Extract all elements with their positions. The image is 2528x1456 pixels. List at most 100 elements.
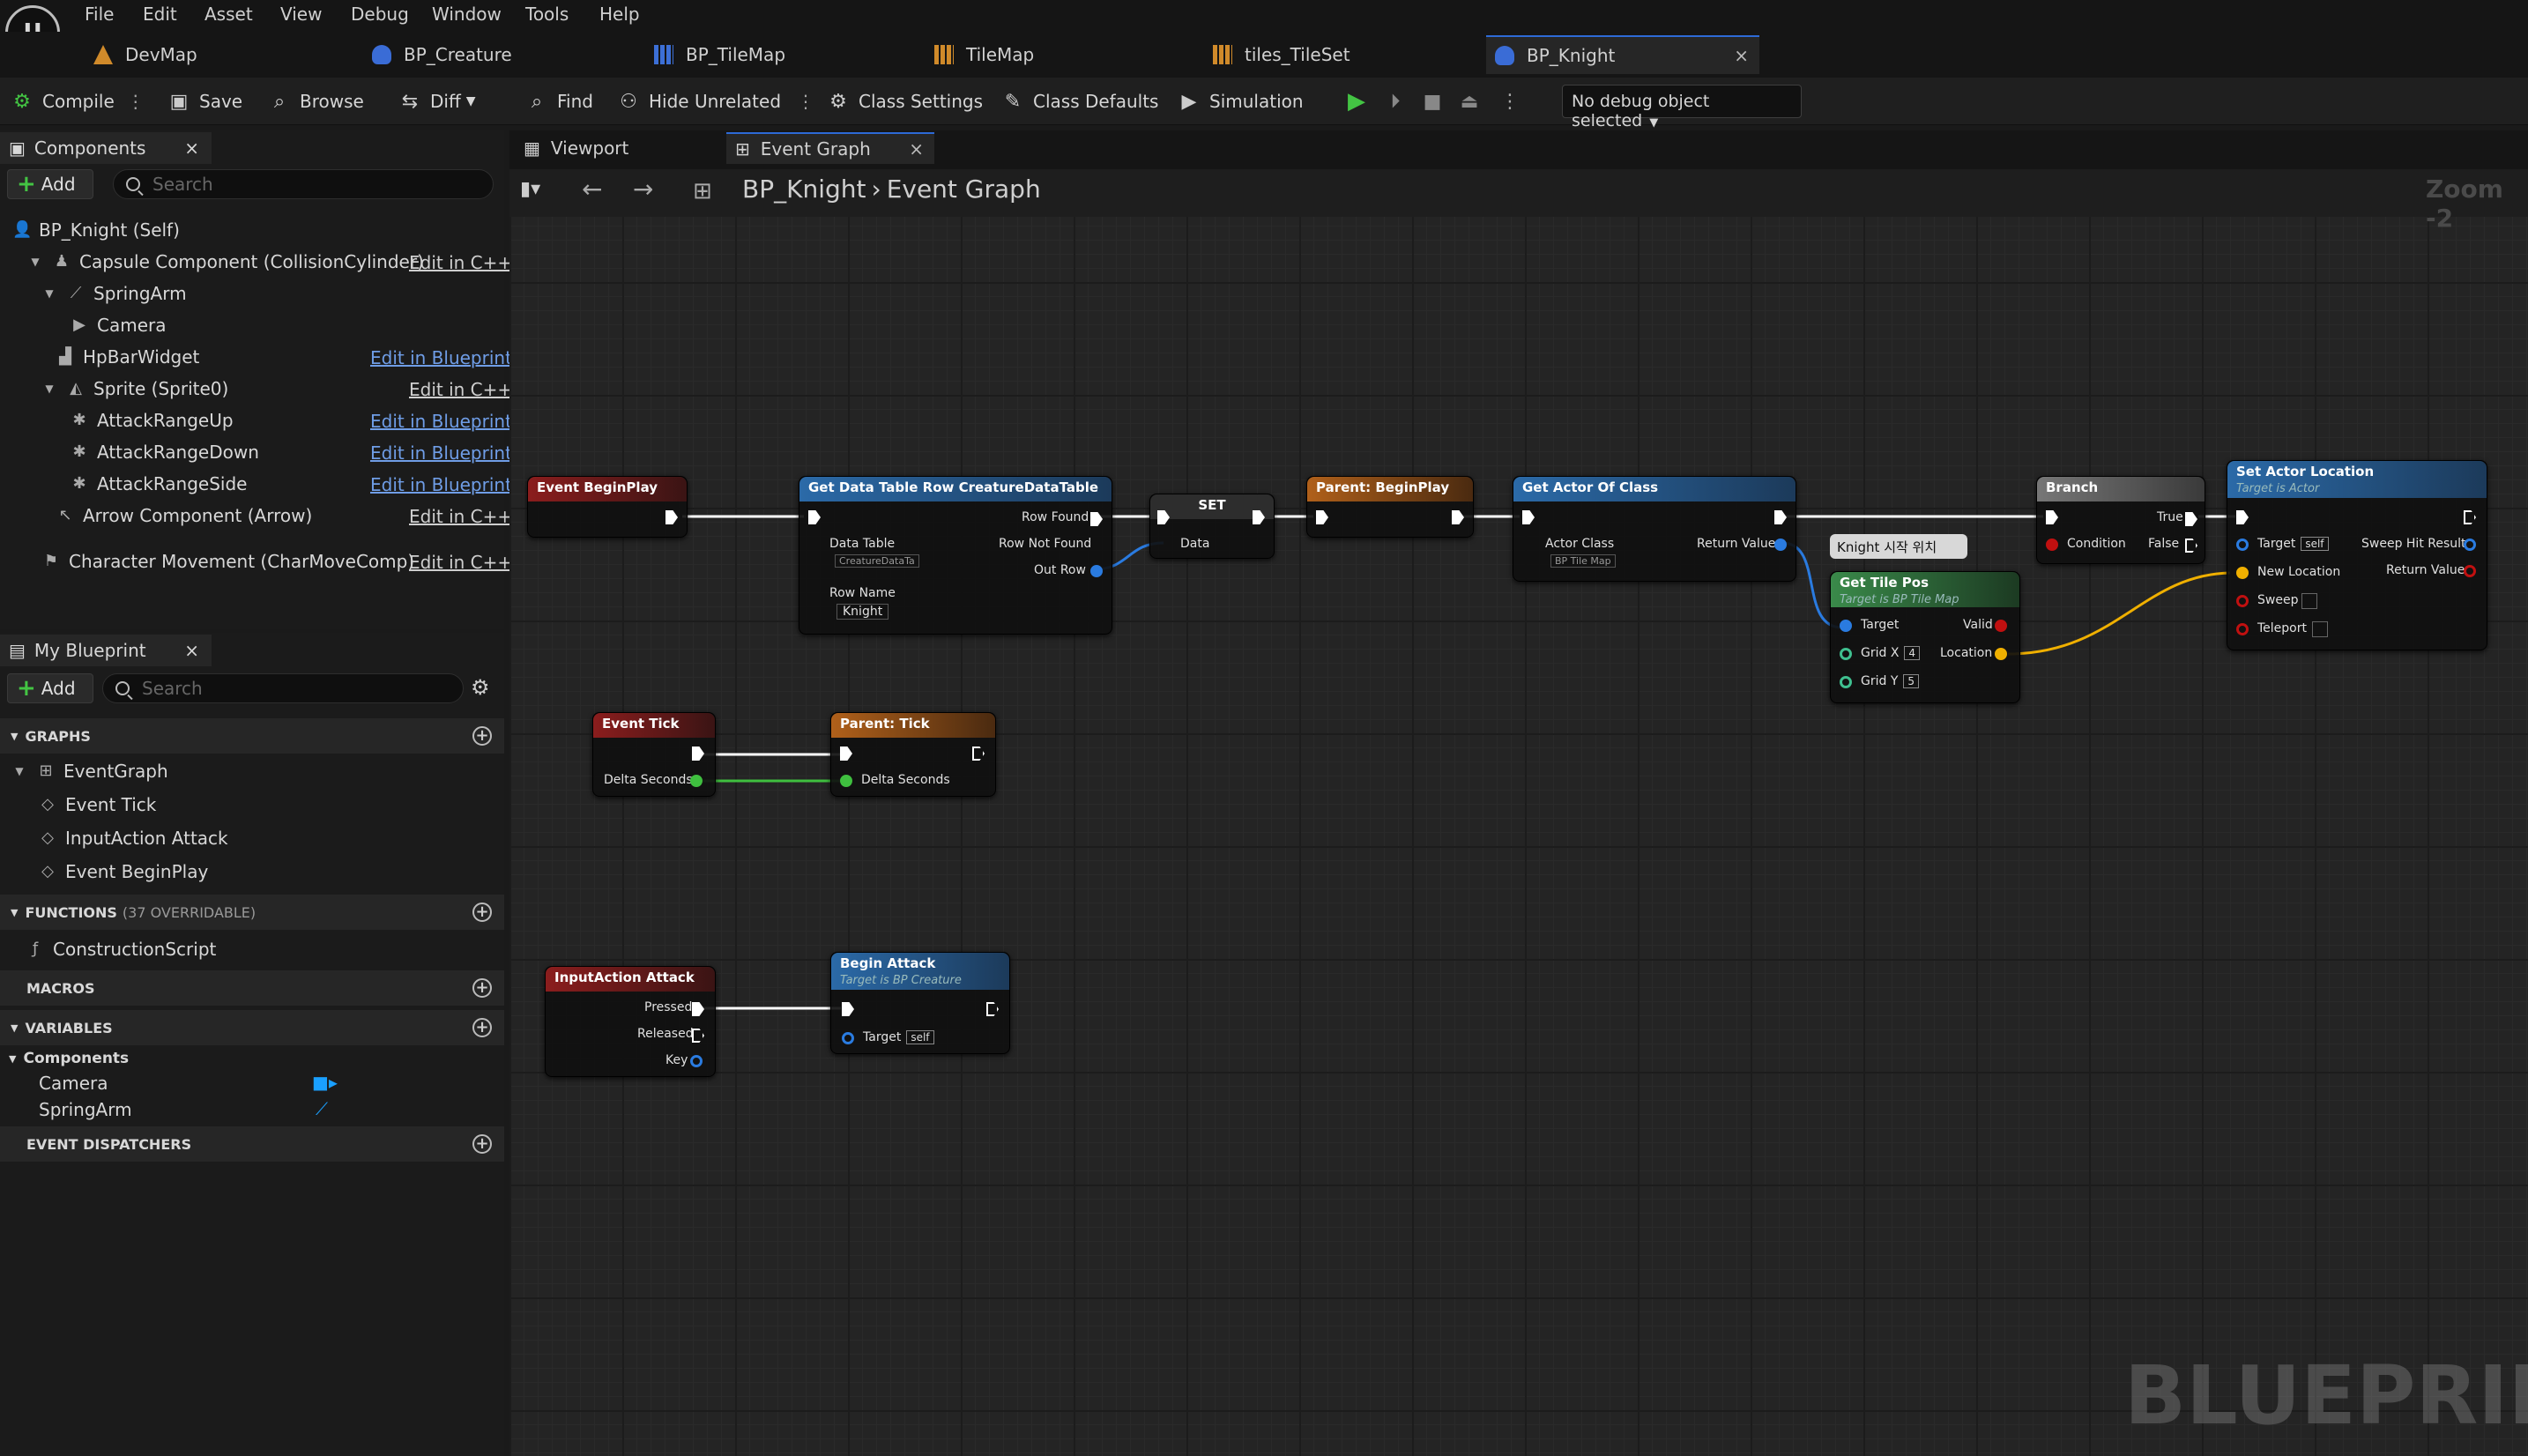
compile-button[interactable]: ⚙ Compile ⋮ <box>11 86 145 116</box>
diff-button[interactable]: ⇆ Diff ▼ <box>398 86 476 116</box>
exec-out-pin[interactable] <box>1452 510 1464 524</box>
forward-arrow-icon[interactable]: → <box>633 175 653 204</box>
my-blueprint-tab[interactable]: ▤ My Blueprint × <box>0 635 212 666</box>
component-attackrangeup[interactable]: ✱ AttackRangeUp <box>71 405 233 435</box>
more-icon[interactable]: ⋮ <box>127 91 145 112</box>
node-branch[interactable]: Branch Condition True False <box>2036 476 2205 564</box>
node-set-actor-location[interactable]: Set Actor Location Target is Actor Target… <box>2227 460 2487 650</box>
delta-seconds-pin[interactable] <box>690 775 703 787</box>
variable-camera[interactable]: Camera <box>39 1068 108 1098</box>
tab-bp-knight[interactable]: BP_Knight × <box>1486 35 1759 74</box>
node-begin-attack[interactable]: Begin Attack Target is BP Creature Target… <box>830 952 1010 1054</box>
delta-seconds-pin[interactable] <box>840 775 852 787</box>
tab-bp-creature[interactable]: BP_Creature <box>363 35 628 74</box>
edit-in-blueprint-link[interactable]: Edit in Blueprint <box>370 411 512 432</box>
exec-in-pin[interactable] <box>2046 510 2058 524</box>
exec-out-pin[interactable] <box>972 747 985 761</box>
close-icon[interactable]: × <box>1734 45 1749 66</box>
tab-event-graph[interactable]: ⊞ Event Graph × <box>726 132 934 164</box>
component-attackrangedown[interactable]: ✱ AttackRangeDown <box>71 437 258 467</box>
node-set-data[interactable]: SET Data <box>1149 494 1275 559</box>
event-tick-item[interactable]: ◇ Event Tick <box>39 790 156 820</box>
grid-x-pin[interactable] <box>1840 648 1852 660</box>
macros-section[interactable]: MACROS + <box>0 970 504 1006</box>
add-graph-icon[interactable]: + <box>472 726 492 746</box>
input-action-attack-item[interactable]: ◇ InputAction Attack <box>39 823 228 853</box>
target-pin[interactable] <box>1840 620 1852 632</box>
data-table-select[interactable]: CreatureDataTa <box>835 554 919 568</box>
hide-unrelated-button[interactable]: ⚇ Hide Unrelated ⋮ <box>617 86 814 116</box>
exec-out-pin[interactable] <box>665 510 678 524</box>
save-button[interactable]: ▣ Save <box>167 86 243 116</box>
component-capsule[interactable]: ▼ ♟ Capsule Component (CollisionCylinder) <box>26 247 424 277</box>
location-pin[interactable] <box>1995 648 2007 660</box>
sweep-checkbox[interactable] <box>2301 593 2317 609</box>
add-component-button[interactable]: + Add <box>7 169 93 199</box>
component-attackrangeside[interactable]: ✱ AttackRangeSide <box>71 469 247 499</box>
exec-true-pin[interactable] <box>2185 512 2197 526</box>
tab-viewport[interactable]: ▦ Viewport <box>515 132 718 164</box>
grid-y-pin[interactable] <box>1840 676 1852 688</box>
node-inputaction-attack[interactable]: InputAction Attack Pressed Released Key <box>545 966 716 1077</box>
node-get-actor-of-class[interactable]: Get Actor Of Class Actor Class BP Tile M… <box>1513 476 1796 582</box>
debug-object-select[interactable]: No debug object selected ▼ <box>1562 85 1802 130</box>
exec-in-pin[interactable] <box>808 510 821 524</box>
comment-bubble[interactable]: Knight 시작 위치 <box>1830 534 1967 559</box>
stop-button[interactable]: ■ <box>1421 86 1453 116</box>
graph-eventgraph[interactable]: ▼ ⊞ EventGraph <box>11 756 167 786</box>
return-value-pin[interactable] <box>2464 565 2476 577</box>
new-location-pin[interactable] <box>2236 567 2249 579</box>
grid-x-input[interactable]: 4 <box>1904 646 1921 660</box>
node-get-tile-pos[interactable]: Get Tile Pos Target is BP Tile Map Target… <box>1830 571 2020 703</box>
node-get-data-table-row[interactable]: Get Data Table Row CreatureDataTable Dat… <box>799 476 1112 635</box>
my-blueprint-search-input[interactable]: Search <box>102 673 464 703</box>
add-macro-icon[interactable]: + <box>472 978 492 998</box>
menu-file[interactable]: File <box>85 4 114 25</box>
class-settings-button[interactable]: ⚙ Class Settings <box>827 86 983 116</box>
exec-released-pin[interactable] <box>692 1029 704 1043</box>
actor-class-select[interactable]: BP Tile Map <box>1550 554 1616 568</box>
component-charmove[interactable]: ⚑ Character Movement (CharMoveComp) <box>42 546 414 576</box>
find-button[interactable]: ⌕ Find <box>525 86 593 116</box>
eject-button[interactable]: ⏏ <box>1458 86 1490 116</box>
add-variable-icon[interactable]: + <box>472 1018 492 1037</box>
component-self[interactable]: 👤 BP_Knight (Self) <box>12 215 180 245</box>
sweep-pin[interactable] <box>2236 595 2249 607</box>
out-row-pin[interactable] <box>1090 565 1103 577</box>
menu-edit[interactable]: Edit <box>143 4 177 25</box>
event-graph-canvas[interactable] <box>509 169 2528 1456</box>
exec-out-pin[interactable] <box>1090 512 1103 526</box>
exec-in-pin[interactable] <box>1316 510 1328 524</box>
exec-out-pin[interactable] <box>1774 510 1787 524</box>
variable-springarm[interactable]: SpringArm <box>39 1095 132 1125</box>
graphs-section[interactable]: ▼ GRAPHS + <box>0 718 504 754</box>
component-springarm[interactable]: ▼ ⟋ SpringArm <box>41 279 186 308</box>
components-tab[interactable]: ▣ Components × <box>0 132 212 164</box>
edit-in-blueprint-link[interactable]: Edit in Blueprint <box>370 347 512 368</box>
teleport-checkbox[interactable] <box>2312 621 2328 637</box>
bookmark-icon[interactable]: ▮▾ <box>520 178 540 200</box>
exec-in-pin[interactable] <box>2236 510 2249 524</box>
edit-in-cpp-link[interactable]: Edit in C++ <box>409 552 512 573</box>
menu-debug[interactable]: Debug <box>351 4 409 25</box>
component-sprite[interactable]: ▼ ◭ Sprite (Sprite0) <box>41 374 228 404</box>
grid-y-input[interactable]: 5 <box>1903 674 1920 688</box>
functions-section[interactable]: ▼ FUNCTIONS (37 OVERRIDABLE) + <box>0 895 504 930</box>
component-hpbarwidget[interactable]: ▟ HpBarWidget <box>56 342 199 372</box>
variables-section[interactable]: ▼ VARIABLES + <box>0 1010 504 1045</box>
event-beginplay-item[interactable]: ◇ Event BeginPlay <box>39 857 208 887</box>
menu-tools[interactable]: Tools <box>525 4 569 25</box>
add-member-button[interactable]: + Add <box>7 673 93 703</box>
exec-pressed-pin[interactable] <box>692 1002 704 1016</box>
valid-pin[interactable] <box>1995 620 2007 632</box>
sweep-hit-pin[interactable] <box>2464 539 2476 551</box>
row-name-select[interactable]: Knight <box>836 604 889 620</box>
component-arrow[interactable]: ↖ Arrow Component (Arrow) <box>56 501 312 531</box>
simulation-button[interactable]: ▶ Simulation <box>1178 86 1304 116</box>
exec-in-pin[interactable] <box>1522 510 1535 524</box>
edit-in-blueprint-link[interactable]: Edit in Blueprint <box>370 474 512 495</box>
class-defaults-button[interactable]: ✎ Class Defaults <box>1001 86 1159 116</box>
menu-asset[interactable]: Asset <box>204 4 253 25</box>
add-dispatcher-icon[interactable]: + <box>472 1134 492 1154</box>
back-arrow-icon[interactable]: ← <box>582 175 602 204</box>
